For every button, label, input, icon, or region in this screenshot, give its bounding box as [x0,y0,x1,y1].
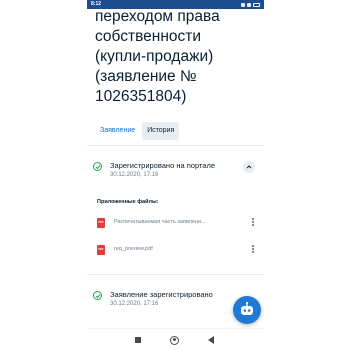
signal-icon [241,2,245,7]
back-icon[interactable] [208,336,214,344]
battery-icon [253,2,260,7]
tab-application[interactable]: Заявление [95,122,140,140]
page-title: переходом права собственности (купли-про… [95,7,260,107]
check-circle-icon [93,291,102,300]
attachments-label: Приложенные файлы: [97,199,159,205]
collapse-button[interactable] [243,161,255,173]
assistant-button[interactable] [233,296,261,324]
chevron-up-icon [246,165,252,169]
system-nav-bar [87,328,264,350]
more-options-icon[interactable] [250,217,256,229]
tab-history[interactable]: История [142,122,180,140]
title-line: переходом права [95,8,220,25]
divider [87,145,264,146]
file-name[interactable]: req_preview.pdf [114,246,226,252]
divider [87,274,264,275]
screenshot-frame: 8:12 переходом права собственности (купл… [0,0,350,350]
event-date: 30.12.2020, 17:16 [110,172,159,178]
event-title: Зарегистрировано на портале [110,161,216,170]
title-line: (заявление № [95,68,197,85]
check-circle-icon [93,162,102,171]
assistant-robot-icon [241,301,253,315]
event-date: 30.12.2020, 17:16 [110,301,159,307]
wifi-icon [247,2,251,7]
pdf-icon: PDF [97,218,105,228]
title-line: собственности [95,28,202,45]
file-name[interactable]: Распечатываемая часть заявлени... [114,219,226,225]
recent-apps-icon[interactable] [135,337,141,343]
attachment-item[interactable]: PDF Распечатываемая часть заявлени... [97,217,257,231]
tab-bar: Заявление История [95,121,180,141]
phone-screen: 8:12 переходом права собственности (купл… [87,0,264,350]
pdf-icon: PDF [97,245,105,255]
title-line: 1026351804) [95,88,187,105]
home-icon[interactable] [170,335,179,345]
title-line: (купли-продажи) [95,48,214,65]
more-options-icon[interactable] [250,244,256,256]
event-title: Заявление зарегистрировано [110,290,213,299]
event-registered-on-portal[interactable]: Зарегистрировано на портале 30.12.2020, … [93,161,258,183]
attachment-item[interactable]: PDF req_preview.pdf [97,244,257,258]
